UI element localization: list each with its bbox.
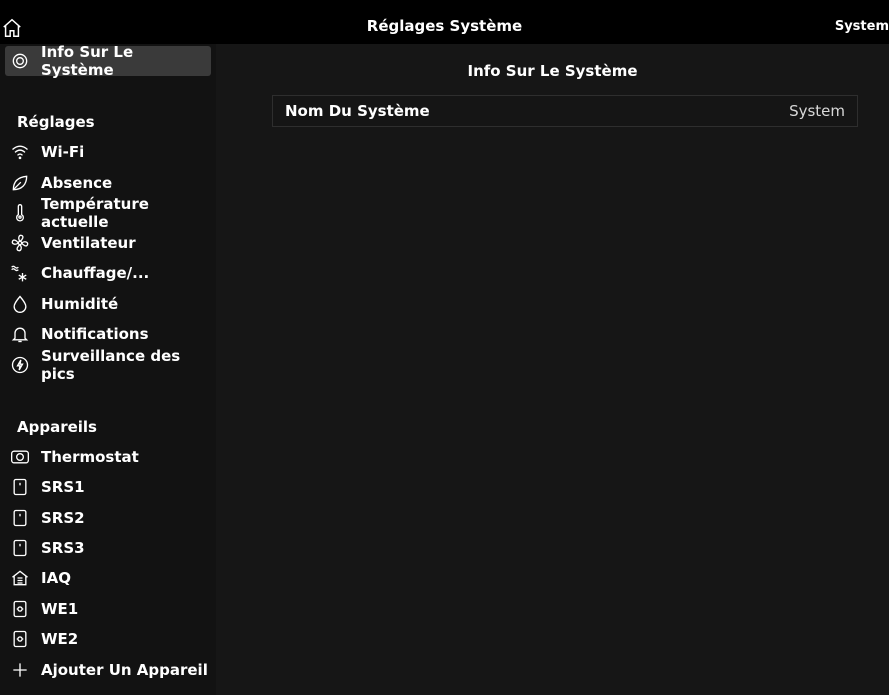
sidebar-item-label: Wi-Fi — [41, 143, 85, 161]
page-title: Réglages Système — [366, 17, 523, 35]
sidebar-item-label: Absence — [41, 174, 113, 192]
sidebar-item-label: WE2 — [41, 630, 79, 648]
main-content: Info Sur Le Système Nom Du Système Syste… — [216, 44, 889, 695]
sidebar-item-srs3[interactable]: SRS3 — [5, 533, 211, 563]
system-name-value: System — [789, 102, 845, 120]
sensor-icon — [9, 476, 31, 498]
settings-section-title: Réglages — [17, 113, 95, 131]
controller-icon — [9, 628, 31, 650]
sidebar-item-label: Ajouter Un Appareil — [41, 661, 208, 679]
system-name-row[interactable]: Nom Du Système System — [272, 95, 858, 127]
sidebar: Info Sur Le Système Réglages Wi-Fi Absen… — [0, 43, 216, 695]
sidebar-item-label: SRS1 — [41, 478, 85, 496]
sidebar-item-we1[interactable]: WE1 — [5, 594, 211, 624]
sidebar-item-label: SRS3 — [41, 539, 85, 557]
sidebar-item-temperature[interactable]: Température actuelle — [5, 195, 211, 231]
system-name: System — [834, 19, 889, 34]
sidebar-item-label: SRS2 — [41, 509, 85, 527]
bell-icon — [9, 323, 31, 345]
sidebar-item-label: IAQ — [41, 569, 71, 587]
sidebar-item-label: WE1 — [41, 600, 79, 618]
sidebar-item-away[interactable]: Absence — [5, 168, 211, 198]
devices-section-title: Appareils — [17, 418, 97, 436]
sidebar-item-heat-cool[interactable]: Chauffage/... — [5, 258, 211, 288]
sidebar-item-label: Humidité — [41, 295, 119, 313]
heat-cool-icon — [9, 262, 31, 284]
sidebar-item-peak-monitoring[interactable]: Surveillance des pics — [5, 347, 211, 383]
house-filter-icon — [9, 567, 31, 589]
fan-icon — [9, 232, 31, 254]
sidebar-item-srs1[interactable]: SRS1 — [5, 472, 211, 502]
sidebar-item-label: Info Sur Le Système — [41, 43, 134, 79]
sidebar-item-wifi[interactable]: Wi-Fi — [5, 137, 211, 167]
controller-icon — [9, 598, 31, 620]
sidebar-item-we2[interactable]: WE2 — [5, 624, 211, 654]
sensor-icon — [9, 537, 31, 559]
sidebar-item-label: Notifications — [41, 325, 149, 343]
system-name-label: Nom Du Système — [285, 102, 430, 120]
wifi-icon — [9, 141, 31, 163]
sensor-icon — [9, 507, 31, 529]
thermometer-icon — [9, 202, 31, 224]
sidebar-item-label: Température actuelle — [41, 195, 149, 231]
sidebar-item-label: Surveillance des pics — [41, 347, 181, 383]
sidebar-item-iaq[interactable]: IAQ — [5, 563, 211, 593]
lightning-circle-icon — [9, 354, 31, 376]
sidebar-item-humidity[interactable]: Humidité — [5, 289, 211, 319]
info-circle-icon — [9, 50, 31, 72]
sidebar-item-srs2[interactable]: SRS2 — [5, 503, 211, 533]
sidebar-item-notifications[interactable]: Notifications — [5, 319, 211, 349]
thermostat-icon — [9, 446, 31, 468]
sidebar-item-label: Ventilateur — [41, 234, 136, 252]
plus-icon — [9, 659, 31, 681]
sidebar-item-system-info[interactable]: Info Sur Le Système — [5, 43, 211, 79]
droplet-icon — [9, 293, 31, 315]
sidebar-item-fan[interactable]: Ventilateur — [5, 228, 211, 258]
add-device-button[interactable]: Ajouter Un Appareil — [5, 655, 211, 685]
sidebar-item-label: Chauffage/... — [41, 264, 150, 282]
sidebar-item-thermostat[interactable]: Thermostat — [5, 442, 211, 472]
content-title: Info Sur Le Système — [467, 62, 638, 80]
sidebar-item-label: Thermostat — [41, 448, 139, 466]
leaf-icon — [9, 172, 31, 194]
